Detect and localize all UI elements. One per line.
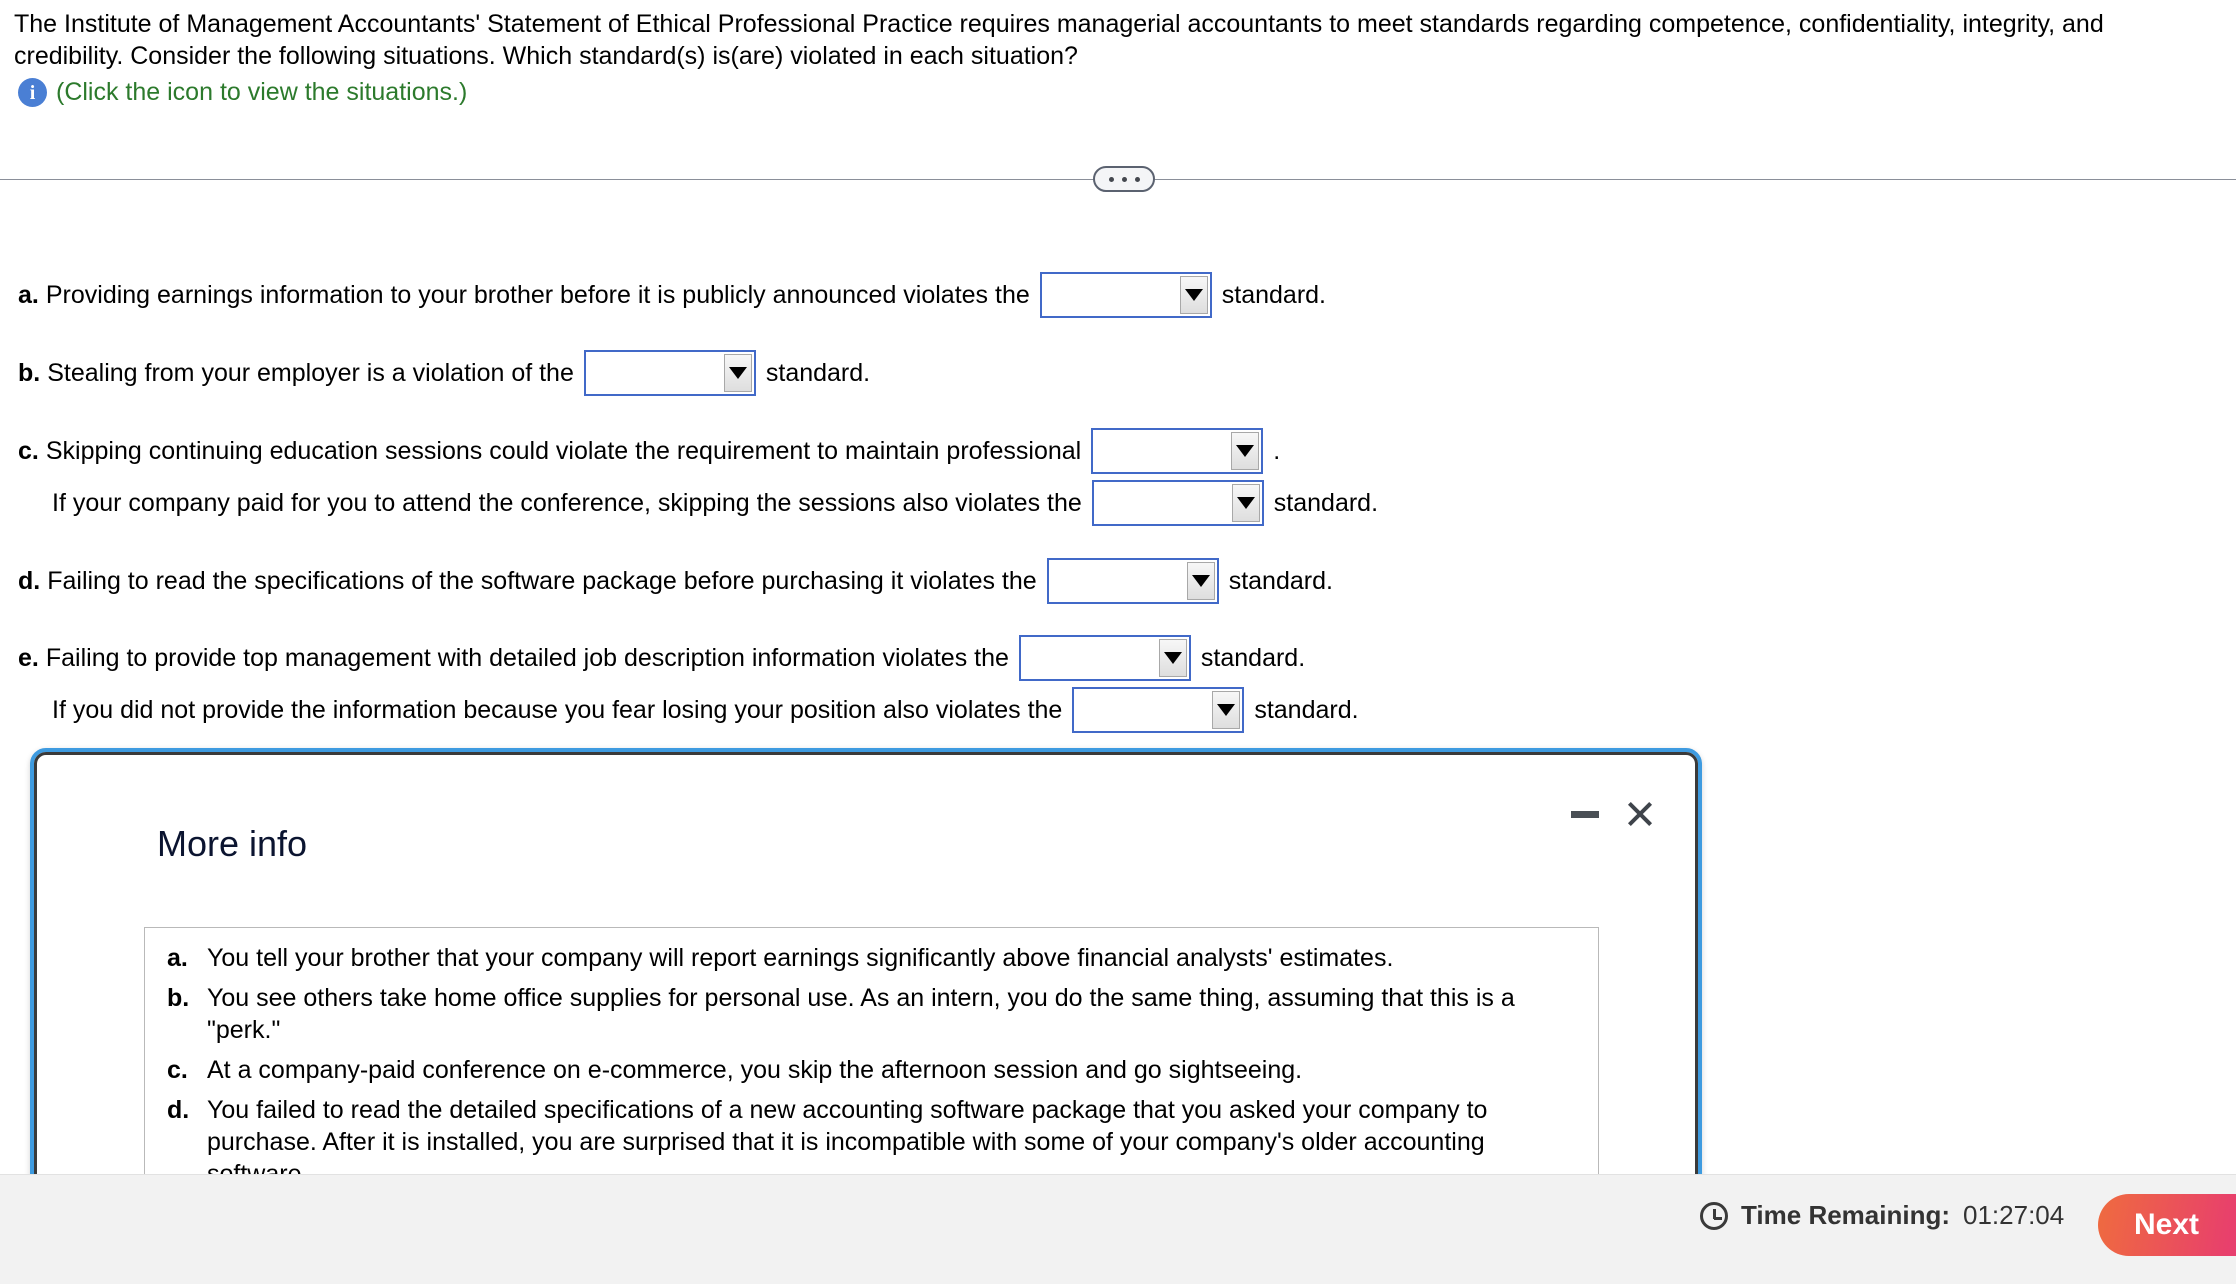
chevron-down-icon[interactable] bbox=[1186, 562, 1215, 600]
answer-row-text: If your company paid for you to attend t… bbox=[52, 489, 1082, 517]
exam-question-page: The Institute of Management Accountants'… bbox=[0, 0, 2236, 1284]
dropdown-e2[interactable] bbox=[1072, 687, 1245, 733]
answer-row-a: a. Providing earnings information to you… bbox=[18, 272, 1326, 318]
next-button[interactable]: Next bbox=[2098, 1194, 2236, 1256]
answer-row-label: d. bbox=[18, 567, 41, 595]
dropdown-a[interactable] bbox=[1039, 272, 1212, 318]
answer-row-b: b. Stealing from your employer is a viol… bbox=[18, 350, 870, 396]
time-remaining: Time Remaining: 01:27:04 bbox=[1700, 1200, 2064, 1231]
answer-row-text: Failing to read the specifications of th… bbox=[47, 567, 1037, 595]
info-icon[interactable]: i bbox=[18, 78, 47, 107]
chevron-down-icon[interactable] bbox=[1231, 432, 1260, 470]
list-item: a. You tell your brother that your compa… bbox=[167, 942, 1576, 974]
chevron-down-icon[interactable] bbox=[723, 354, 752, 392]
dialog-title: More info bbox=[157, 823, 308, 864]
answer-row-label: e. bbox=[18, 644, 39, 672]
answer-row-e: e. Failing to provide top management wit… bbox=[18, 635, 1305, 681]
dot-icon bbox=[1108, 176, 1114, 182]
question-stem: The Institute of Management Accountants'… bbox=[14, 8, 2228, 72]
dropdown-c2[interactable] bbox=[1091, 480, 1264, 526]
divider-ellipsis-button[interactable] bbox=[1093, 166, 1155, 192]
question-stem-line-1: The Institute of Management Accountants'… bbox=[14, 10, 2104, 38]
dot-icon bbox=[1121, 176, 1127, 182]
question-stem-line-2: credibility. Consider the following situ… bbox=[14, 42, 1078, 70]
answer-row-text: Failing to provide top management with d… bbox=[45, 644, 1009, 672]
list-item-label: b. bbox=[167, 984, 190, 1012]
list-item: c. At a company-paid conference on e-com… bbox=[167, 1054, 1576, 1086]
list-item-label: d. bbox=[167, 1096, 190, 1124]
answer-row-suffix: standard. bbox=[1254, 696, 1359, 724]
answer-row-c-sub: If your company paid for you to attend t… bbox=[18, 480, 1378, 526]
answer-row-text: If you did not provide the information b… bbox=[52, 696, 1063, 724]
answer-row-suffix: standard. bbox=[1273, 489, 1379, 517]
list-item-text: You tell your brother that your company … bbox=[207, 944, 1394, 972]
dot-icon bbox=[1134, 176, 1140, 182]
view-situations-link[interactable]: (Click the icon to view the situations.) bbox=[56, 80, 467, 105]
list-item-text: You see others take home office supplies… bbox=[207, 984, 1515, 1044]
clock-icon bbox=[1700, 1201, 1728, 1230]
minimize-icon[interactable] bbox=[1571, 810, 1599, 818]
list-item-text: At a company-paid conference on e-commer… bbox=[207, 1056, 1303, 1084]
answer-row-text: Providing earnings information to your b… bbox=[45, 281, 1030, 309]
answer-row-d: d. Failing to read the specifications of… bbox=[18, 558, 1333, 604]
dropdown-b[interactable] bbox=[583, 350, 756, 396]
answer-row-c: c. Skipping continuing education session… bbox=[18, 428, 1280, 474]
chevron-down-icon[interactable] bbox=[1231, 484, 1260, 522]
dialog-window-controls bbox=[1571, 799, 1655, 829]
answer-row-suffix: standard. bbox=[765, 359, 871, 387]
list-item: b. You see others take home office suppl… bbox=[167, 982, 1576, 1046]
list-item-label: a. bbox=[167, 944, 188, 972]
time-remaining-value: 01:27:04 bbox=[1963, 1200, 2065, 1230]
answer-row-suffix: standard. bbox=[1200, 644, 1306, 672]
answer-row-label: c. bbox=[18, 437, 39, 465]
answer-row-suffix: standard. bbox=[1228, 567, 1333, 595]
chevron-down-icon[interactable] bbox=[1158, 639, 1187, 677]
chevron-down-icon[interactable] bbox=[1212, 691, 1241, 729]
chevron-down-icon[interactable] bbox=[1179, 276, 1208, 314]
close-icon[interactable] bbox=[1625, 799, 1655, 829]
answer-row-text: Stealing from your employer is a violati… bbox=[47, 359, 574, 387]
answer-row-suffix: standard. bbox=[1221, 281, 1327, 309]
more-info-link-row[interactable]: i (Click the icon to view the situations… bbox=[18, 78, 467, 107]
list-item-label: c. bbox=[167, 1056, 188, 1084]
answer-row-suffix: . bbox=[1273, 437, 1281, 465]
dropdown-c1[interactable] bbox=[1091, 428, 1264, 474]
dropdown-d[interactable] bbox=[1046, 558, 1219, 604]
answer-row-label: b. bbox=[18, 359, 41, 387]
dropdown-e1[interactable] bbox=[1018, 635, 1191, 681]
time-remaining-label: Time Remaining: bbox=[1741, 1200, 1951, 1230]
answer-row-label: a. bbox=[18, 281, 39, 309]
answer-row-text: Skipping continuing education sessions c… bbox=[45, 437, 1082, 465]
answer-row-e-sub: If you did not provide the information b… bbox=[18, 687, 1359, 733]
